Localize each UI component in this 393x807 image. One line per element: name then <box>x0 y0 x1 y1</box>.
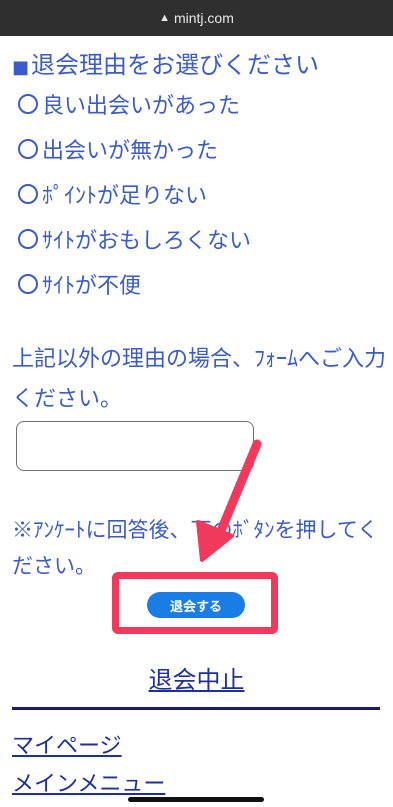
divider <box>12 707 380 710</box>
home-indicator[interactable] <box>128 797 264 802</box>
main-menu-link[interactable]: メインメニュー <box>12 766 165 798</box>
cancel-withdrawal-link[interactable]: 退会中止 <box>0 660 393 695</box>
mypage-link[interactable]: マイページ <box>12 728 122 760</box>
